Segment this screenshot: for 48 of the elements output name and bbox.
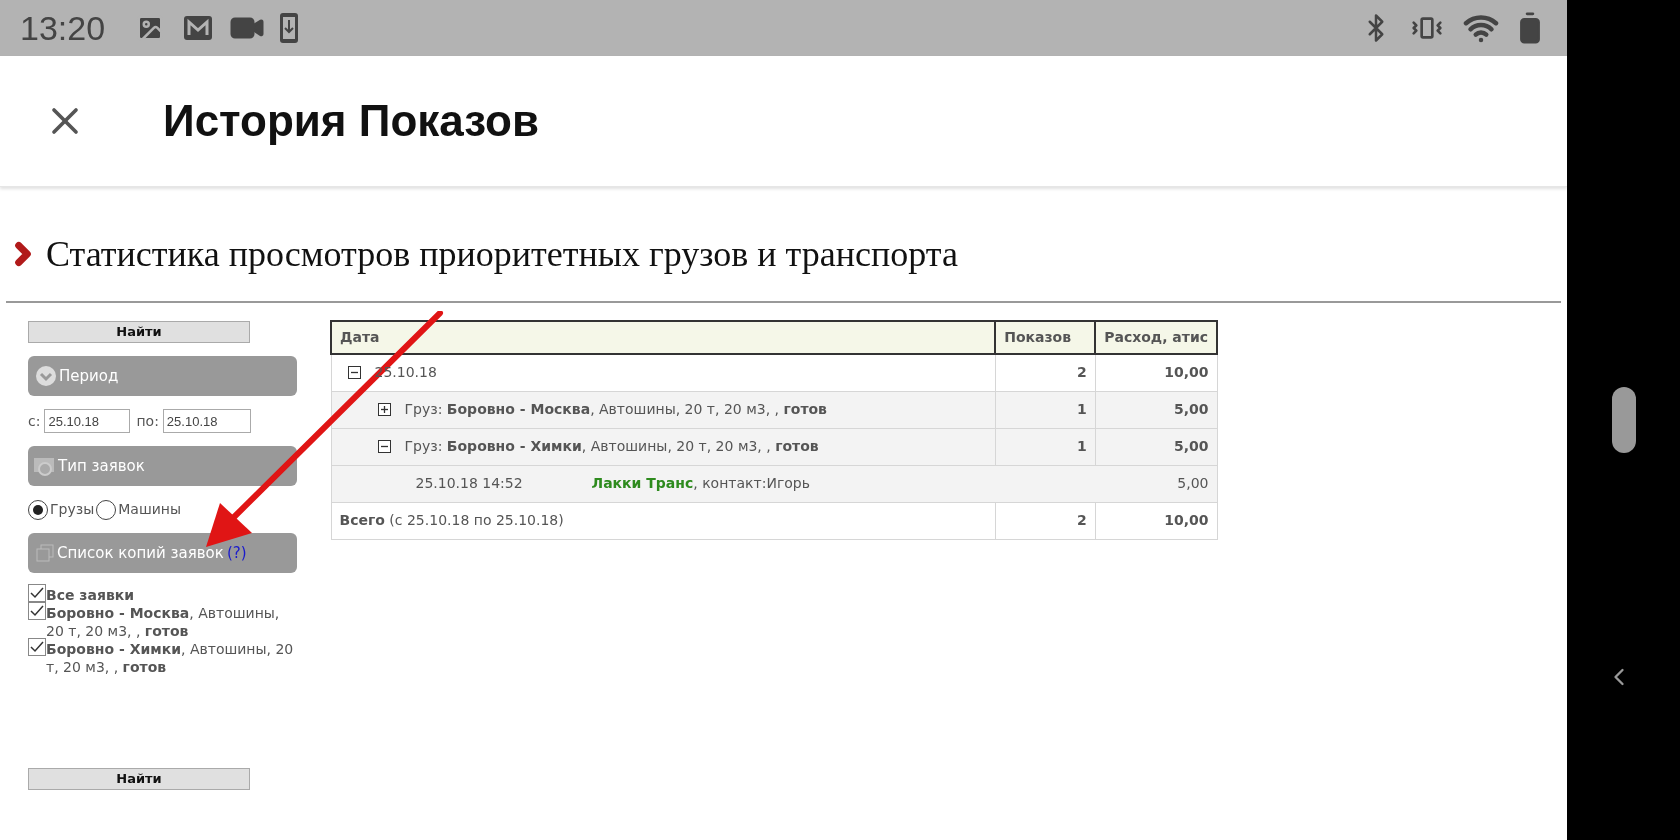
from-label: с: — [28, 411, 41, 431]
column-header: Дата — [331, 321, 996, 354]
search-button[interactable]: Найти — [28, 321, 250, 343]
clock-text: 13:20 — [20, 7, 106, 49]
radio-button[interactable] — [28, 499, 48, 520]
views-cell: 1 — [995, 428, 1096, 465]
total-label: Всего (с 25.10.18 по 25.10.18) — [331, 502, 996, 539]
screen-title: История Показов — [163, 95, 539, 147]
cost-value: 5,00 — [1177, 474, 1209, 493]
checkbox[interactable] — [28, 602, 46, 620]
copies-list-label: Список копий заявок — [57, 542, 224, 564]
help-link[interactable]: (?) — [226, 541, 247, 565]
search-button[interactable]: Найти — [28, 768, 250, 790]
checkbox-label: Боровно - Москва, Автошины, 20 т, 20 м3, , готов — [46, 604, 281, 640]
views-cell: 2 — [995, 502, 1096, 539]
collapse-toggle[interactable] — [347, 366, 361, 380]
cost-cell: 10,00 — [1095, 354, 1217, 391]
phone-download-icon — [279, 12, 300, 44]
request-type-label: Тип заявок — [58, 455, 145, 477]
checkbox[interactable] — [28, 638, 46, 656]
camera-icon — [34, 456, 56, 476]
cargo-label: Груз: Боровно - Москва, Автошины, 20 т, 20 м3, , готов — [404, 400, 827, 419]
chevron-circle-icon — [36, 366, 56, 386]
cost-cell: 5,00 — [1095, 428, 1217, 465]
radio-label: Машины — [118, 500, 181, 519]
period-label: Период — [59, 365, 119, 387]
collapse-toggle[interactable] — [377, 440, 391, 453]
copy-icon — [36, 544, 54, 562]
views-cell: 1 — [995, 391, 1096, 428]
cargo-label: Груз: Боровно - Химки, Автошины, 20 т, 20 м3, , готов — [404, 437, 819, 456]
cost-cell: 10,00 — [1095, 502, 1217, 539]
view-time: 25.10.18 14:52 — [415, 474, 524, 493]
to-date-field[interactable]: 25.10.18 — [162, 409, 251, 433]
checkbox-label: Боровно - Химки, Автошины, 20 т, 20 м3, , готов — [46, 640, 295, 676]
section-title: Статистика просмотров приоритетных грузов и транспорта — [46, 233, 958, 276]
expand-toggle[interactable] — [377, 403, 391, 416]
from-date-field[interactable]: 25.10.18 — [44, 409, 131, 433]
views-cell: 2 — [995, 354, 1096, 391]
mail-icon — [183, 15, 214, 41]
plus-icon — [379, 405, 389, 414]
scroll-handle[interactable] — [1611, 387, 1636, 453]
radio-label: Грузы — [50, 500, 95, 519]
checkbox-label: Все заявки — [46, 586, 135, 604]
radio-button[interactable] — [96, 499, 117, 520]
checkbox[interactable] — [28, 584, 46, 602]
to-label: по: — [136, 411, 159, 431]
cost-cell: 5,00 — [1095, 391, 1217, 428]
viewer-contact: Лакки Транс, контакт:Игорь — [591, 474, 810, 493]
